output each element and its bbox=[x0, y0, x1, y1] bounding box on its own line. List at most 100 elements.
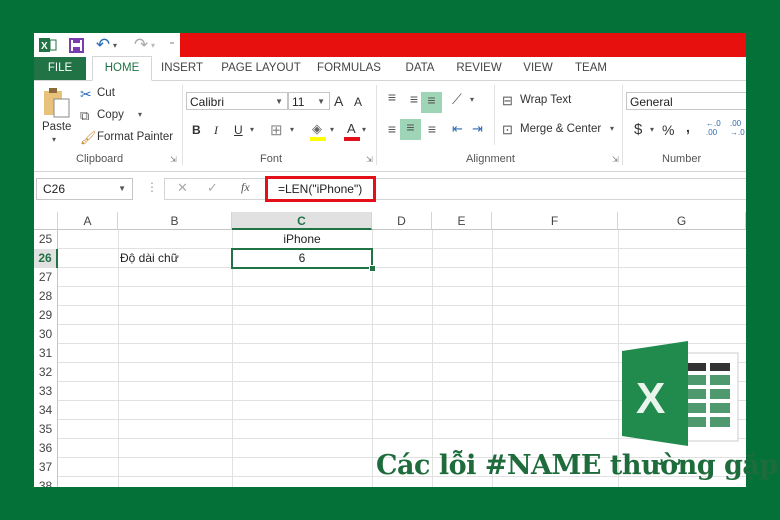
decrease-decimal-button[interactable]: .00 →.0 bbox=[730, 119, 745, 137]
comma-button[interactable]: , bbox=[686, 119, 690, 135]
column-header-e[interactable]: E bbox=[432, 212, 492, 230]
formula-input[interactable]: =LEN("iPhone") bbox=[265, 176, 376, 202]
tab-page-layout[interactable]: PAGE LAYOUT bbox=[218, 57, 304, 80]
name-box[interactable]: C26 ▼ bbox=[36, 178, 133, 200]
row-header-26[interactable]: 26 bbox=[34, 249, 58, 268]
align-left-button[interactable]: ≡ bbox=[382, 121, 402, 137]
row-header-37[interactable]: 37 bbox=[34, 458, 58, 477]
row-header-35[interactable]: 35 bbox=[34, 420, 58, 439]
align-right-button[interactable]: ≡ bbox=[422, 121, 442, 137]
fill-handle[interactable] bbox=[369, 265, 376, 272]
row-header-34[interactable]: 34 bbox=[34, 401, 58, 420]
row-header-28[interactable]: 28 bbox=[34, 287, 58, 306]
align-center-button[interactable]: ≡ bbox=[400, 119, 421, 140]
active-cell-border bbox=[231, 248, 373, 269]
format-painter-button[interactable]: 🖌 Format Painter bbox=[80, 130, 180, 148]
tab-data[interactable]: DATA bbox=[398, 57, 442, 80]
row-header-27[interactable]: 27 bbox=[34, 268, 58, 287]
increase-decimal-button[interactable]: ←.0 .00 bbox=[706, 119, 721, 137]
borders-dropdown-icon[interactable]: ▾ bbox=[290, 125, 294, 134]
percent-button[interactable]: % bbox=[662, 122, 674, 138]
insert-function-icon[interactable]: fx bbox=[241, 180, 250, 195]
row-header-38[interactable]: 38 bbox=[34, 477, 58, 487]
italic-button[interactable]: I bbox=[214, 123, 218, 138]
enter-icon[interactable]: ✓ bbox=[207, 180, 218, 196]
name-box-value: C26 bbox=[43, 182, 66, 196]
row-header-32[interactable]: 32 bbox=[34, 363, 58, 382]
underline-dropdown-icon[interactable]: ▾ bbox=[250, 125, 254, 134]
decrease-indent-button[interactable]: ⇤ bbox=[452, 121, 463, 137]
redo-dropdown-icon[interactable]: ▾ bbox=[149, 36, 157, 54]
row-header-30[interactable]: 30 bbox=[34, 325, 58, 344]
alignment-launcher-icon[interactable]: ⇲ bbox=[612, 155, 619, 164]
gridline bbox=[118, 230, 119, 487]
column-header-c[interactable]: C bbox=[232, 212, 372, 230]
cut-label: Cut bbox=[97, 87, 115, 99]
paste-label: Paste bbox=[42, 121, 72, 133]
formula-input-area[interactable]: ✕ ✓ fx bbox=[164, 178, 746, 200]
font-color-dropdown-icon[interactable]: ▾ bbox=[362, 125, 366, 134]
row-header-31[interactable]: 31 bbox=[34, 344, 58, 363]
bold-button[interactable]: B bbox=[192, 123, 201, 137]
gridline bbox=[492, 230, 493, 487]
currency-dropdown-icon[interactable]: ▾ bbox=[650, 125, 654, 134]
align-bottom-button[interactable]: ≡ bbox=[421, 92, 442, 113]
select-all-corner[interactable] bbox=[34, 212, 58, 230]
merge-dropdown-icon[interactable]: ▾ bbox=[610, 124, 614, 133]
align-top-button[interactable]: ≡ bbox=[382, 89, 402, 109]
column-header-g[interactable]: G bbox=[618, 212, 746, 230]
column-header-d[interactable]: D bbox=[372, 212, 432, 230]
fill-color-button[interactable]: ◈ bbox=[310, 121, 328, 141]
tab-home[interactable]: HOME bbox=[92, 56, 152, 81]
font-group-label: Font bbox=[260, 153, 283, 165]
clipboard-group-label: Clipboard bbox=[76, 153, 124, 165]
tab-insert[interactable]: INSERT bbox=[156, 57, 208, 80]
font-color-icon: A bbox=[347, 121, 356, 136]
shrink-font-button[interactable]: A bbox=[354, 95, 362, 109]
copy-dropdown-icon[interactable]: ▾ bbox=[138, 110, 142, 119]
cell-c25[interactable]: iPhone bbox=[232, 230, 372, 249]
tab-view[interactable]: VIEW bbox=[518, 57, 558, 80]
row-header-36[interactable]: 36 bbox=[34, 439, 58, 458]
font-color-button[interactable]: A bbox=[344, 121, 360, 141]
grow-font-button[interactable]: A bbox=[334, 93, 343, 109]
fill-dropdown-icon[interactable]: ▾ bbox=[330, 125, 334, 134]
row-header-25[interactable]: 25 bbox=[34, 230, 58, 249]
column-header-a[interactable]: A bbox=[58, 212, 118, 230]
alignment-group-label: Alignment bbox=[466, 153, 515, 165]
row-header-29[interactable]: 29 bbox=[34, 306, 58, 325]
cancel-icon[interactable]: ✕ bbox=[177, 180, 188, 196]
wrap-text-button[interactable]: ⊟ Wrap Text bbox=[502, 93, 582, 111]
orientation-dropdown-icon[interactable]: ▾ bbox=[470, 95, 474, 104]
tab-formulas[interactable]: FORMULAS bbox=[314, 57, 384, 80]
font-name-dropdown[interactable]: Calibri ▼ bbox=[186, 92, 288, 110]
tab-team[interactable]: TEAM bbox=[568, 57, 614, 80]
borders-icon[interactable]: ⊞ bbox=[270, 121, 283, 139]
tab-file[interactable]: FILE bbox=[34, 57, 86, 80]
tab-review[interactable]: REVIEW bbox=[452, 57, 506, 80]
font-launcher-icon[interactable]: ⇲ bbox=[366, 155, 373, 164]
copy-button[interactable]: ⧉ Copy ▾ bbox=[80, 108, 150, 126]
currency-button[interactable]: $ bbox=[634, 121, 642, 138]
cut-button[interactable]: ✂ Cut bbox=[80, 86, 140, 104]
paste-dropdown-icon[interactable]: ▾ bbox=[52, 135, 56, 144]
redo-icon[interactable]: ↷ bbox=[132, 35, 150, 54]
save-icon[interactable] bbox=[66, 36, 86, 54]
paste-button[interactable]: Paste ▾ bbox=[40, 87, 74, 147]
column-header-f[interactable]: F bbox=[492, 212, 618, 230]
undo-icon[interactable]: ↶ bbox=[94, 35, 112, 54]
customize-qat-icon[interactable]: ⁼ bbox=[167, 36, 177, 54]
copy-label: Copy bbox=[97, 109, 124, 121]
underline-button[interactable]: U bbox=[234, 123, 243, 137]
column-header-b[interactable]: B bbox=[118, 212, 232, 230]
row-header-33[interactable]: 33 bbox=[34, 382, 58, 401]
increase-indent-button[interactable]: ⇥ bbox=[472, 121, 483, 137]
redacted-title-bar bbox=[180, 33, 746, 57]
orientation-button[interactable]: ⟋ bbox=[452, 91, 462, 108]
undo-dropdown-icon[interactable]: ▾ bbox=[111, 36, 119, 54]
merge-center-button[interactable]: ⊡ Merge & Center ▾ bbox=[502, 122, 622, 140]
font-size-dropdown[interactable]: 11 ▼ bbox=[288, 92, 330, 110]
clipboard-launcher-icon[interactable]: ⇲ bbox=[170, 155, 177, 164]
number-format-dropdown[interactable]: General bbox=[626, 92, 746, 110]
cell-b26[interactable]: Độ dài chữ bbox=[120, 249, 232, 268]
